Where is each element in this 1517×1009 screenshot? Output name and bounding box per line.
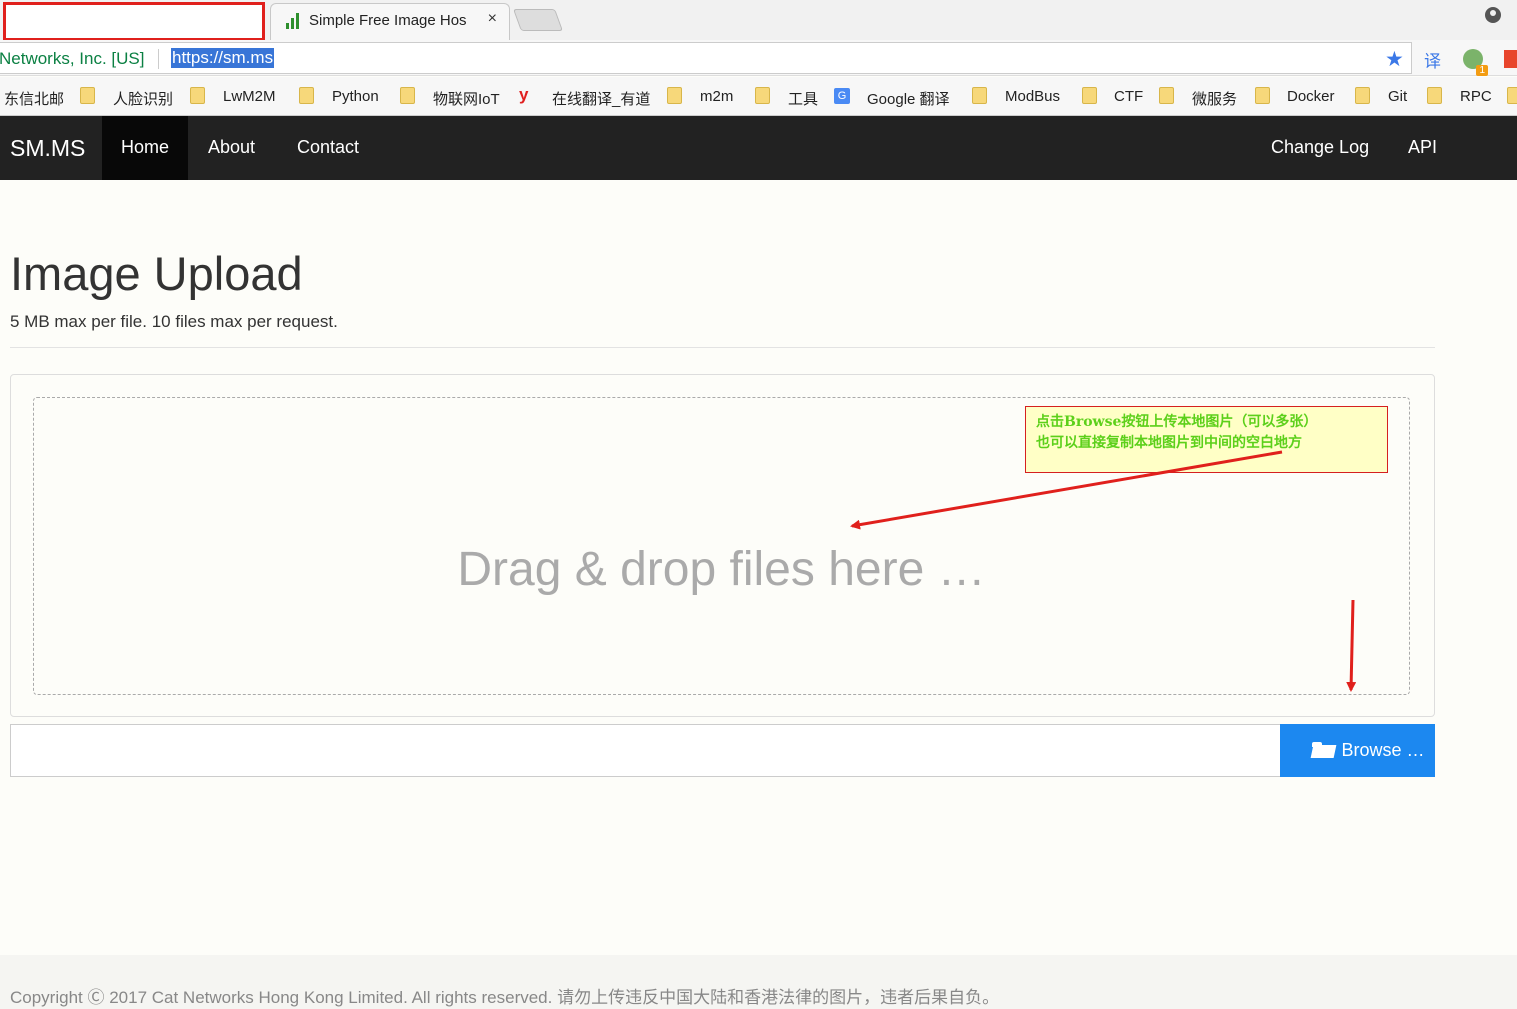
browse-button[interactable]: Browse … xyxy=(1280,724,1435,777)
bookmark-item[interactable]: 微服务 xyxy=(1192,88,1237,109)
folder-icon xyxy=(80,87,95,104)
nav-api[interactable]: API xyxy=(1389,116,1456,180)
folder-icon xyxy=(755,87,770,104)
drop-zone-label: Drag & drop files here … xyxy=(457,543,986,596)
youdao-icon: y xyxy=(519,85,529,104)
bookmarks-bar: 东信北邮 人脸识别 LwM2M Python 物联网IoT y 在线翻译_有道 … xyxy=(0,77,1517,116)
close-icon[interactable]: × xyxy=(488,10,497,28)
folder-icon xyxy=(1355,87,1370,104)
bookmark-item[interactable]: 工具 xyxy=(788,88,818,109)
folder-icon xyxy=(1082,87,1097,104)
extension-badge: 1 xyxy=(1476,65,1488,76)
nav-home[interactable]: Home xyxy=(102,116,189,180)
divider xyxy=(10,347,1435,348)
redacted-tab xyxy=(3,2,265,41)
signal-bars-icon xyxy=(285,13,301,29)
folder-icon xyxy=(972,87,987,104)
bookmark-item[interactable]: m2m xyxy=(700,88,733,105)
folder-icon xyxy=(1507,87,1517,104)
file-caption-input[interactable] xyxy=(10,724,1281,777)
address-toolbar: Networks, Inc. [US] https://sm.ms ★ 译 1 xyxy=(0,40,1517,76)
divider xyxy=(158,49,159,69)
bookmark-item[interactable]: Python xyxy=(332,88,379,105)
certificate-label[interactable]: Networks, Inc. [US] xyxy=(0,49,144,69)
new-tab-button[interactable] xyxy=(512,9,564,31)
bookmark-item[interactable]: 人脸识别 xyxy=(113,88,173,109)
bookmark-item[interactable]: Google 翻译 xyxy=(867,88,950,109)
folder-icon xyxy=(667,87,682,104)
browser-tab[interactable]: Simple Free Image Hos × xyxy=(270,3,510,40)
nav-about[interactable]: About xyxy=(189,116,274,180)
folder-icon xyxy=(1427,87,1442,104)
folder-open-icon xyxy=(1312,742,1335,758)
folder-icon xyxy=(1255,87,1270,104)
footer: Copyright Ⓒ 2017 Cat Networks Hong Kong … xyxy=(0,955,1517,1009)
bookmark-item[interactable]: LwM2M xyxy=(223,88,276,105)
folder-icon xyxy=(299,87,314,104)
nav-contact[interactable]: Contact xyxy=(278,116,378,180)
omnibox[interactable]: Networks, Inc. [US] https://sm.ms ★ xyxy=(0,42,1412,74)
url-text[interactable]: https://sm.ms xyxy=(171,48,275,68)
google-translate-icon: G xyxy=(834,88,850,104)
profile-icon[interactable] xyxy=(1485,7,1501,23)
bookmark-item[interactable]: 东信北邮 xyxy=(4,88,64,109)
nav-change-log[interactable]: Change Log xyxy=(1252,116,1388,180)
bookmark-item[interactable]: Git xyxy=(1388,88,1407,105)
star-icon[interactable]: ★ xyxy=(1385,47,1404,72)
note-line: 也可以直接复制本地图片到中间的空白地方 xyxy=(1036,435,1302,451)
translate-extension-icon[interactable]: 译 xyxy=(1424,47,1441,72)
brand-logo[interactable]: SM.MS xyxy=(10,135,85,162)
folder-icon xyxy=(400,87,415,104)
bookmark-item[interactable]: 物联网IoT xyxy=(433,88,500,109)
folder-icon xyxy=(1159,87,1174,104)
tab-strip: Simple Free Image Hos × xyxy=(0,0,1517,41)
bookmark-item[interactable]: ModBus xyxy=(1005,88,1060,105)
bookmark-item[interactable]: RPC xyxy=(1460,88,1492,105)
copyright-text: Copyright Ⓒ 2017 Cat Networks Hong Kong … xyxy=(10,988,1000,1007)
browse-label: Browse … xyxy=(1341,740,1425,760)
folder-icon xyxy=(190,87,205,104)
bookmark-item[interactable]: Docker xyxy=(1287,88,1335,105)
page-title: Image Upload xyxy=(10,247,303,300)
page-subtitle: 5 MB max per file. 10 files max per requ… xyxy=(10,312,338,331)
bookmark-item[interactable]: CTF xyxy=(1114,88,1143,105)
extension-red-icon[interactable] xyxy=(1504,50,1517,68)
annotation-note: 点击Browse按钮上传本地图片（可以多张） 也可以直接复制本地图片到中间的空白… xyxy=(1025,406,1388,473)
bookmark-item[interactable]: 在线翻译_有道 xyxy=(552,88,650,109)
tab-title: Simple Free Image Hos xyxy=(309,12,467,29)
extension-icon[interactable]: 1 xyxy=(1463,49,1488,76)
note-line: 点击Browse按钮上传本地图片（可以多张） xyxy=(1036,414,1318,430)
site-navbar: SM.MS Home About Contact Change Log API xyxy=(0,116,1517,180)
